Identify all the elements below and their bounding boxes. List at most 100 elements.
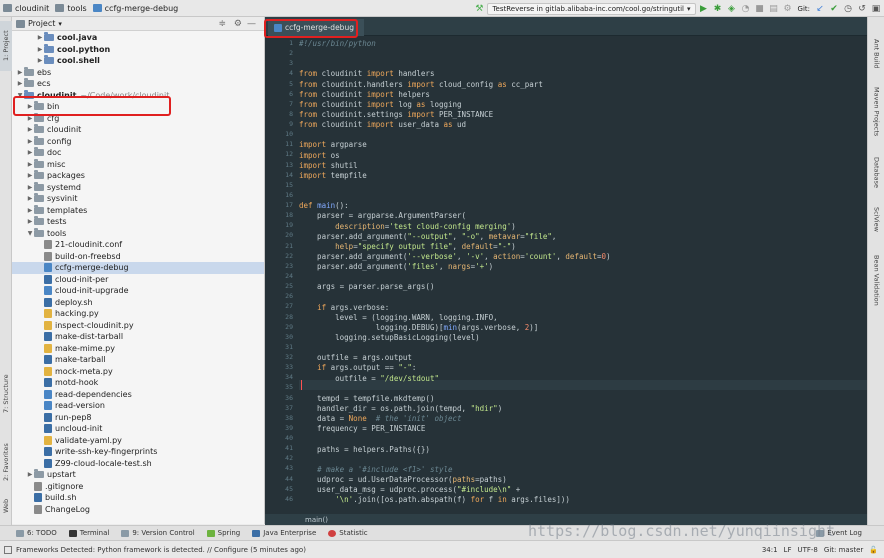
- collapse-arrow-icon[interactable]: ▶: [26, 149, 34, 156]
- collapse-arrow-icon[interactable]: ▶: [26, 195, 34, 202]
- tree-file[interactable]: ccfg-merge-debug: [12, 262, 264, 274]
- tab-bean-validation[interactable]: Bean Validation: [870, 255, 883, 329]
- collapse-arrow-icon[interactable]: ▶: [26, 218, 34, 225]
- stop-icon[interactable]: ■: [754, 3, 766, 15]
- tree-folder[interactable]: ▶ doc: [12, 147, 264, 159]
- tree-file[interactable]: deploy.sh: [12, 297, 264, 309]
- breadcrumb-project[interactable]: cloudinit: [0, 0, 52, 17]
- tree-folder[interactable]: ▼ cloudinit ~/Code/work/cloudinit: [12, 89, 264, 102]
- tree-file[interactable]: build.sh: [12, 492, 264, 504]
- tree-file[interactable]: inspect-cloudinit.py: [12, 320, 264, 332]
- collapse-arrow-icon[interactable]: ▶: [26, 126, 34, 133]
- collapse-arrow-icon[interactable]: ▶: [16, 69, 24, 76]
- tree-file[interactable]: motd-hook: [12, 377, 264, 389]
- tree-file[interactable]: validate-yaml.py: [12, 435, 264, 447]
- run-configuration-select[interactable]: TestReverse in gitlab.alibaba-inc.com/co…: [487, 2, 696, 15]
- tree-file[interactable]: .gitignore: [12, 481, 264, 493]
- tab-maven-projects[interactable]: Maven Projects: [870, 87, 883, 155]
- collapse-arrow-icon[interactable]: ▶: [36, 34, 44, 41]
- tree-file[interactable]: mock-meta.py: [12, 366, 264, 378]
- revert-icon[interactable]: ↺: [856, 3, 868, 15]
- search-icon[interactable]: ▣: [870, 3, 882, 15]
- breadcrumb-file[interactable]: ccfg-merge-debug: [90, 0, 182, 17]
- hammer-icon[interactable]: ⚒: [473, 3, 485, 15]
- tree-file[interactable]: 21-cloudinit.conf: [12, 239, 264, 251]
- tab-version-control[interactable]: 9: Version Control: [121, 529, 195, 537]
- tree-file[interactable]: uncloud-init: [12, 423, 264, 435]
- git-commit-icon[interactable]: ✔: [828, 3, 840, 15]
- breadcrumb-folder[interactable]: tools: [52, 0, 89, 17]
- collapse-all-icon[interactable]: ≑: [218, 19, 226, 29]
- tab-database[interactable]: Database: [870, 157, 883, 203]
- git-update-icon[interactable]: ↙: [814, 3, 826, 15]
- hide-panel-icon[interactable]: —: [247, 19, 256, 29]
- debug-icon[interactable]: ✱: [712, 3, 724, 15]
- file-encoding[interactable]: UTF-8: [797, 546, 817, 554]
- collapse-arrow-icon[interactable]: ▶: [26, 161, 34, 168]
- run-icon[interactable]: ▶: [698, 3, 710, 15]
- tab-ant-build[interactable]: Ant Build: [870, 39, 883, 83]
- tab-spring[interactable]: Spring: [206, 529, 240, 537]
- tree-file[interactable]: run-pep8: [12, 412, 264, 424]
- chevron-down-icon[interactable]: ▾: [58, 20, 62, 28]
- tab-project[interactable]: 1: Project: [0, 21, 12, 71]
- gear-icon[interactable]: ⚙: [234, 19, 242, 29]
- tree-folder[interactable]: ▶ ebs: [12, 66, 264, 79]
- tab-favorites[interactable]: 2: Favorites: [0, 437, 12, 487]
- tree-file[interactable]: read-dependencies: [12, 389, 264, 401]
- tree-folder[interactable]: ▶ tests: [12, 216, 264, 228]
- tree-folder[interactable]: ▶ systemd: [12, 181, 264, 194]
- tree-folder[interactable]: ▶ misc: [12, 158, 264, 171]
- collapse-arrow-icon[interactable]: ▶: [26, 207, 34, 214]
- code-area[interactable]: #!/usr/bin/python from cloudinit import …: [299, 36, 867, 514]
- profile-icon[interactable]: ◔: [740, 3, 752, 15]
- line-separator[interactable]: LF: [784, 546, 792, 554]
- tree-folder[interactable]: ▶ cloudinit: [12, 124, 264, 136]
- tree-folder[interactable]: ▶ packages: [12, 170, 264, 182]
- tab-java-enterprise[interactable]: Java Enterprise: [252, 529, 316, 537]
- status-message[interactable]: Frameworks Detected: Python framework is…: [16, 546, 306, 554]
- collapse-arrow-icon[interactable]: ▶: [26, 115, 34, 122]
- tree-folder[interactable]: ▶ cfg: [12, 112, 264, 125]
- tab-sciview[interactable]: SciView: [870, 207, 883, 251]
- tree-file[interactable]: ChangeLog: [12, 504, 264, 516]
- breadcrumb-function[interactable]: main(): [305, 516, 328, 524]
- tab-structure[interactable]: 7: Structure: [0, 369, 12, 419]
- tree-file[interactable]: make-dist-tarball: [12, 331, 264, 343]
- tab-web[interactable]: Web: [0, 491, 12, 521]
- collapse-arrow-icon[interactable]: ▶: [26, 103, 34, 110]
- collapse-arrow-icon[interactable]: ▶: [26, 184, 34, 191]
- tree-file[interactable]: hacking.py: [12, 308, 264, 320]
- tree-folder[interactable]: ▶ bin: [12, 101, 264, 113]
- tree-folder[interactable]: ▶ sysvinit: [12, 193, 264, 205]
- tree-folder[interactable]: ▶ templates: [12, 204, 264, 217]
- history-icon[interactable]: ◷: [842, 3, 854, 15]
- tree-file[interactable]: build-on-freebsd: [12, 251, 264, 263]
- tree-file[interactable]: Z99-cloud-locale-test.sh: [12, 458, 264, 470]
- code-editor[interactable]: 1 2 3 4 5 6 7 8 9 10 11 12 13 14 15 16 17 18 19 20 21 22 23 24 2…: [265, 36, 867, 514]
- vcs-branch[interactable]: Git: master: [824, 546, 863, 554]
- tree-folder[interactable]: ▶ cool.shell: [12, 55, 264, 67]
- tree-file[interactable]: write-ssh-key-fingerprints: [12, 446, 264, 458]
- tab-statistic[interactable]: Statistic: [328, 529, 368, 537]
- tree-file[interactable]: make-mime.py: [12, 343, 264, 355]
- lock-icon[interactable]: 🔓: [869, 546, 878, 554]
- tree-folder[interactable]: ▶ config: [12, 135, 264, 148]
- expand-arrow-icon[interactable]: ▼: [16, 92, 24, 99]
- settings-icon[interactable]: ⚙: [782, 3, 794, 15]
- tree-folder[interactable]: ▶ cool.java: [12, 32, 264, 44]
- tab-todo[interactable]: 6: TODO: [16, 529, 57, 537]
- tree-file[interactable]: cloud-init-upgrade: [12, 285, 264, 297]
- coverage-icon[interactable]: ◈: [726, 3, 738, 15]
- tab-ccfg-merge-debug[interactable]: ccfg-merge-debug: [268, 19, 364, 36]
- tree-file[interactable]: make-tarball: [12, 354, 264, 366]
- collapse-arrow-icon[interactable]: ▶: [36, 46, 44, 53]
- tab-terminal[interactable]: Terminal: [68, 529, 109, 537]
- panel-toggle-icon[interactable]: [4, 545, 12, 554]
- caret-position[interactable]: 34:1: [762, 546, 778, 554]
- collapse-arrow-icon[interactable]: ▶: [36, 57, 44, 64]
- tree-file[interactable]: cloud-init-per: [12, 274, 264, 286]
- build-icon[interactable]: ▤: [768, 3, 780, 15]
- tree-folder[interactable]: ▶ cool.python: [12, 43, 264, 56]
- collapse-arrow-icon[interactable]: ▶: [26, 172, 34, 179]
